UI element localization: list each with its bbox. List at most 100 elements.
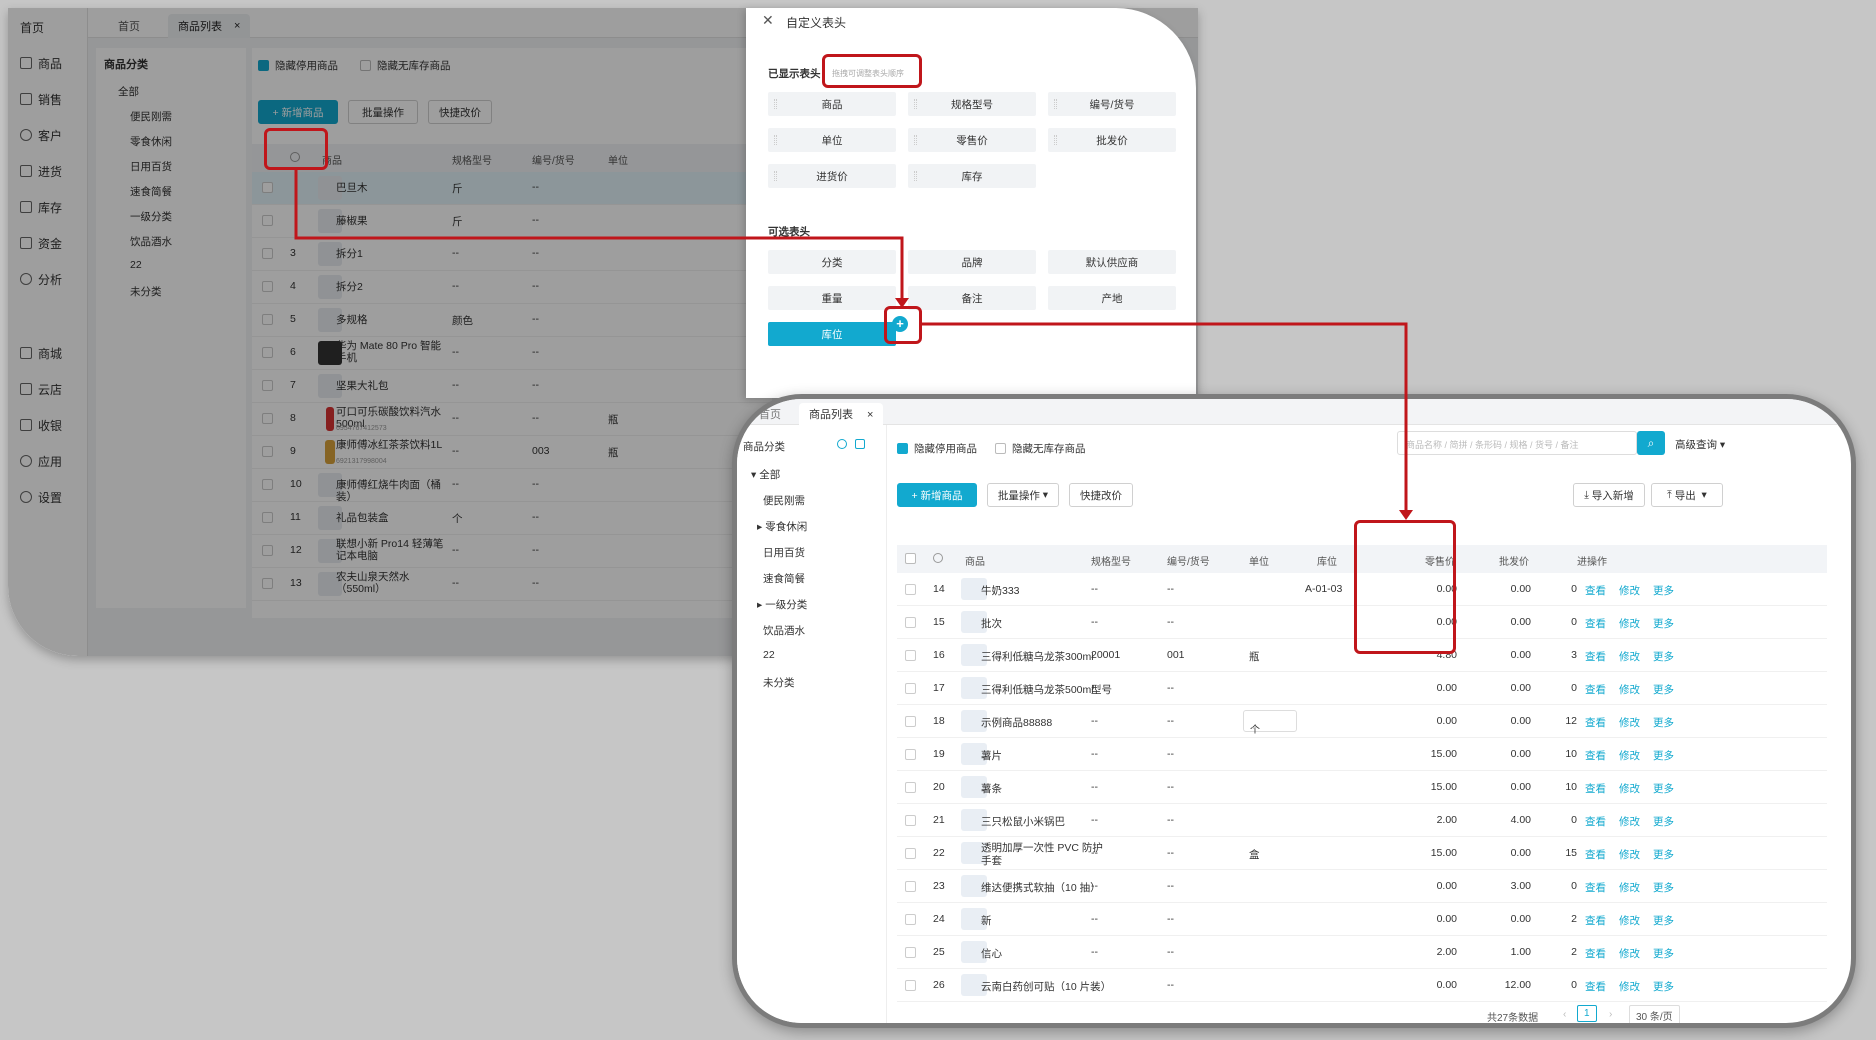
category-item[interactable]: ▸ 一级分类 [757, 597, 807, 612]
drag-handle-icon[interactable] [774, 99, 777, 109]
category-item[interactable]: 22 [763, 649, 775, 661]
row-checkbox[interactable] [905, 683, 916, 694]
edit-icon[interactable] [855, 439, 865, 449]
shown-header-pill[interactable]: 规格型号 [908, 92, 1036, 116]
close-icon[interactable]: ✕ [762, 12, 774, 29]
checkbox[interactable] [897, 443, 908, 454]
edit-link[interactable]: 修改 [1619, 946, 1640, 961]
row-checkbox[interactable] [905, 782, 916, 793]
page-size-select[interactable]: 30 条/页 [1629, 1005, 1680, 1023]
quick-price-button[interactable]: 快捷改价 [1069, 483, 1133, 507]
more-link[interactable]: 更多 [1653, 583, 1674, 598]
edit-link[interactable]: 修改 [1619, 814, 1640, 829]
tab-goods-list[interactable]: 商品列表 × [799, 403, 884, 425]
hide-disabled-toggle[interactable]: 隐藏停用商品 [897, 441, 977, 456]
optional-header-pill-selected[interactable]: 库位 [768, 322, 896, 346]
category-item[interactable]: ▸ 零食休闲 [757, 519, 807, 534]
edit-link[interactable]: 修改 [1619, 781, 1640, 796]
product-name[interactable]: 三只松鼠小米锅巴 [981, 808, 1106, 836]
more-link[interactable]: 更多 [1653, 913, 1674, 928]
import-button[interactable]: ⤓ 导入新增 [1573, 483, 1645, 507]
row-checkbox[interactable] [905, 749, 916, 760]
more-link[interactable]: 更多 [1653, 880, 1674, 895]
drag-handle-icon[interactable] [774, 171, 777, 181]
page-number[interactable]: 1 [1577, 1005, 1597, 1022]
add-goods-button[interactable]: + 新增商品 [897, 483, 977, 507]
table-row[interactable]: 20 薯条 -- -- 15.00 0.00 10 查看 修改 更多 [897, 771, 1827, 804]
table-row[interactable]: 26 云南白药创可贴（10 片装） -- -- 0.00 12.00 0 查看 修改 更多 [897, 969, 1827, 1002]
more-link[interactable]: 更多 [1653, 781, 1674, 796]
product-name[interactable]: 牛奶333 [981, 577, 1106, 605]
product-name[interactable]: 新 [981, 907, 1106, 935]
product-name[interactable]: 薯片 [981, 742, 1106, 770]
view-link[interactable]: 查看 [1585, 715, 1606, 730]
table-row[interactable]: 18 示例商品88888 -- -- 个 ⌄ 0.00 0.00 12 查看 修改 更多 [897, 705, 1827, 738]
category-item[interactable]: 速食简餐 [763, 571, 805, 586]
optional-header-pill[interactable]: 产地 [1048, 286, 1176, 310]
edit-link[interactable]: 修改 [1619, 913, 1640, 928]
view-link[interactable]: 查看 [1585, 979, 1606, 994]
shown-header-pill[interactable]: 零售价 [908, 128, 1036, 152]
batch-button[interactable]: 批量操作 ▾ [987, 483, 1059, 507]
more-link[interactable]: 更多 [1653, 649, 1674, 664]
search-icon[interactable] [837, 439, 847, 449]
edit-link[interactable]: 修改 [1619, 682, 1640, 697]
more-link[interactable]: 更多 [1653, 682, 1674, 697]
table-row[interactable]: 22 透明加厚一次性 PVC 防护手套 -- -- 盒 15.00 0.00 15 查看 修改 更多 [897, 837, 1827, 870]
view-link[interactable]: 查看 [1585, 814, 1606, 829]
view-link[interactable]: 查看 [1585, 583, 1606, 598]
table-row[interactable]: 21 三只松鼠小米锅巴 -- -- 2.00 4.00 0 查看 修改 更多 [897, 804, 1827, 837]
category-item[interactable]: 未分类 [763, 675, 795, 690]
gear-icon[interactable] [933, 553, 943, 563]
more-link[interactable]: 更多 [1653, 616, 1674, 631]
drag-handle-icon[interactable] [914, 171, 917, 181]
drag-handle-icon[interactable] [1054, 135, 1057, 145]
edit-link[interactable]: 修改 [1619, 715, 1640, 730]
shown-header-pill[interactable]: 库存 [908, 164, 1036, 188]
export-button[interactable]: ⤒ 导出 ▾ [1651, 483, 1723, 507]
category-item[interactable]: 便民刚需 [763, 493, 805, 508]
shown-header-pill[interactable]: 商品 [768, 92, 896, 116]
product-name[interactable]: 批次 [981, 610, 1106, 638]
edit-link[interactable]: 修改 [1619, 748, 1640, 763]
tab-home[interactable]: 首页 [759, 406, 781, 422]
shown-header-pill[interactable]: 批发价 [1048, 128, 1176, 152]
view-link[interactable]: 查看 [1585, 781, 1606, 796]
edit-link[interactable]: 修改 [1619, 847, 1640, 862]
table-row[interactable]: 23 维达便携式软抽（10 抽） -- -- 0.00 3.00 0 查看 修改 更多 [897, 870, 1827, 903]
view-link[interactable]: 查看 [1585, 847, 1606, 862]
next-page-icon[interactable]: › [1609, 1009, 1612, 1020]
product-name[interactable]: 三得利低糖乌龙茶500ml [981, 676, 1106, 704]
edit-link[interactable]: 修改 [1619, 583, 1640, 598]
product-name[interactable]: 透明加厚一次性 PVC 防护手套 [981, 841, 1106, 869]
category-item[interactable]: 日用百货 [763, 545, 805, 560]
product-name[interactable]: 信心 [981, 940, 1106, 968]
row-checkbox[interactable] [905, 584, 916, 595]
view-link[interactable]: 查看 [1585, 946, 1606, 961]
row-checkbox[interactable] [905, 815, 916, 826]
product-name[interactable]: 云南白药创可贴（10 片装） [981, 973, 1111, 1001]
row-checkbox[interactable] [905, 650, 916, 661]
more-link[interactable]: 更多 [1653, 715, 1674, 730]
view-link[interactable]: 查看 [1585, 682, 1606, 697]
row-checkbox[interactable] [905, 881, 916, 892]
more-link[interactable]: 更多 [1653, 814, 1674, 829]
shown-header-pill[interactable]: 进货价 [768, 164, 896, 188]
drag-handle-icon[interactable] [1054, 99, 1057, 109]
row-checkbox[interactable] [905, 980, 916, 991]
product-name[interactable]: 薯条 [981, 775, 1106, 803]
view-link[interactable]: 查看 [1585, 616, 1606, 631]
product-name[interactable]: 三得利低糖乌龙茶300ml [981, 643, 1106, 671]
more-link[interactable]: 更多 [1653, 847, 1674, 862]
drag-handle-icon[interactable] [774, 135, 777, 145]
optional-header-pill[interactable]: 品牌 [908, 250, 1036, 274]
category-item[interactable]: 饮品酒水 [763, 623, 805, 638]
drag-handle-icon[interactable] [914, 99, 917, 109]
checkbox[interactable] [995, 443, 1006, 454]
table-row[interactable]: 17 三得利低糖乌龙茶500ml 型号 -- 0.00 0.00 0 查看 修改 更多 [897, 672, 1827, 705]
optional-header-pill[interactable]: 默认供应商 [1048, 250, 1176, 274]
view-link[interactable]: 查看 [1585, 748, 1606, 763]
close-icon[interactable]: × [867, 409, 873, 421]
shown-header-pill[interactable]: 编号/货号 [1048, 92, 1176, 116]
unit-select[interactable]: 个 ⌄ [1243, 710, 1297, 736]
